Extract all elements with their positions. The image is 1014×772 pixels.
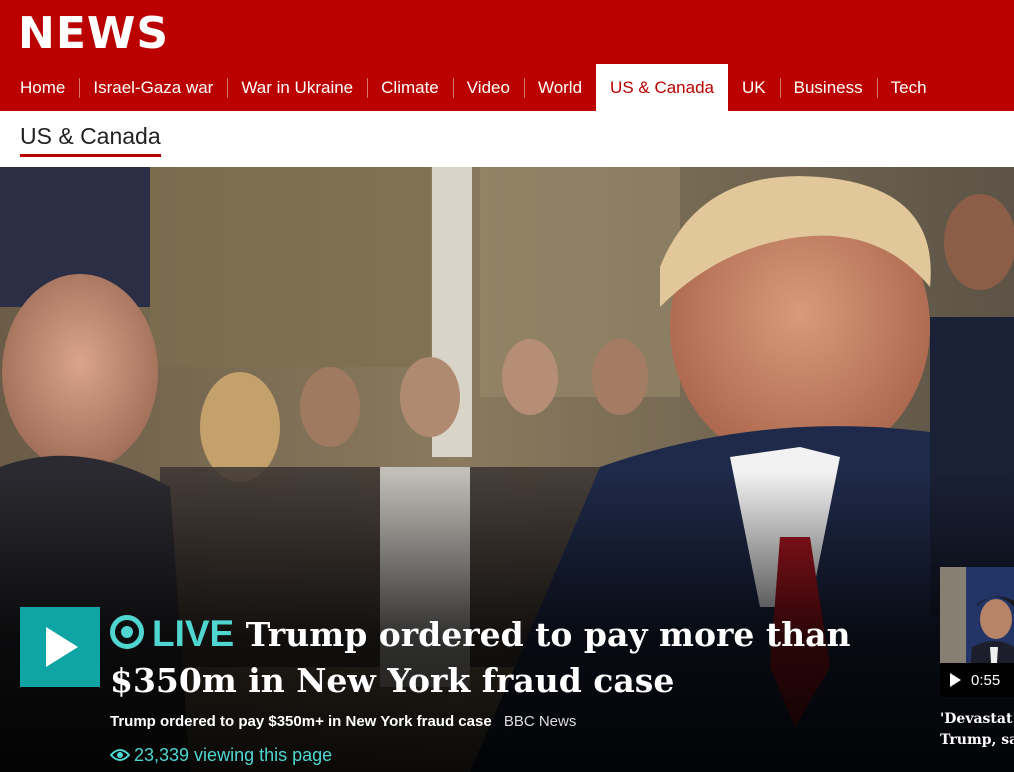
viewer-count: 23,339 viewing this page — [109, 745, 333, 766]
source-label: BBC News — [503, 713, 577, 730]
live-label: LIVE — [110, 613, 234, 654]
news-logo[interactable]: NEWS — [18, 6, 169, 62]
nav-item-us-canada[interactable]: US & Canada — [596, 64, 728, 111]
nav-item-tech[interactable]: Tech — [876, 64, 941, 111]
play-icon — [46, 627, 78, 667]
eye-icon — [109, 749, 131, 761]
nav-item-business[interactable]: Business — [779, 64, 877, 111]
play-button[interactable] — [20, 607, 100, 687]
nav-item-war-in-ukraine[interactable]: War in Ukraine — [227, 64, 367, 111]
hero-headline[interactable]: LIVE Trump ordered to pay more than $350… — [110, 611, 930, 704]
live-icon — [110, 615, 144, 649]
side-video-play[interactable]: 0:55 — [940, 663, 1014, 697]
summary-row: Trump ordered to pay $350m+ in New York … — [110, 713, 576, 730]
nav-item-israel-gaza-war[interactable]: Israel-Gaza war — [79, 64, 227, 111]
section-title[interactable]: US & Canada — [20, 122, 161, 157]
side-headline-line: 'Devastat — [940, 711, 1013, 727]
nav-item-video[interactable]: Video — [452, 64, 524, 111]
nav-item-home[interactable]: Home — [0, 64, 79, 111]
side-video-card[interactable]: 0:55 'Devastat Trump, sa — [940, 567, 1014, 772]
nav-item-climate[interactable]: Climate — [367, 64, 453, 111]
play-icon — [950, 673, 961, 687]
side-headline-line: Trump, sa — [940, 732, 1014, 748]
nav-item-world[interactable]: World — [523, 64, 596, 111]
section-bar: US & Canada — [0, 111, 1014, 167]
nav-item-uk[interactable]: UK — [728, 64, 780, 111]
side-video-duration: 0:55 — [971, 671, 1001, 689]
summary-text[interactable]: Trump ordered to pay $350m+ in New York … — [110, 713, 492, 730]
hero-story[interactable]: LIVE Trump ordered to pay more than $350… — [0, 167, 1014, 772]
main-nav: Home Israel-Gaza war War in Ukraine Clim… — [0, 64, 941, 111]
viewer-count-text: 23,339 viewing this page — [134, 745, 333, 765]
masthead: NEWS Home Israel-Gaza war War in Ukraine… — [0, 0, 1014, 111]
live-text: LIVE — [152, 613, 235, 654]
side-video-headline[interactable]: 'Devastat Trump, sa — [940, 709, 1014, 751]
